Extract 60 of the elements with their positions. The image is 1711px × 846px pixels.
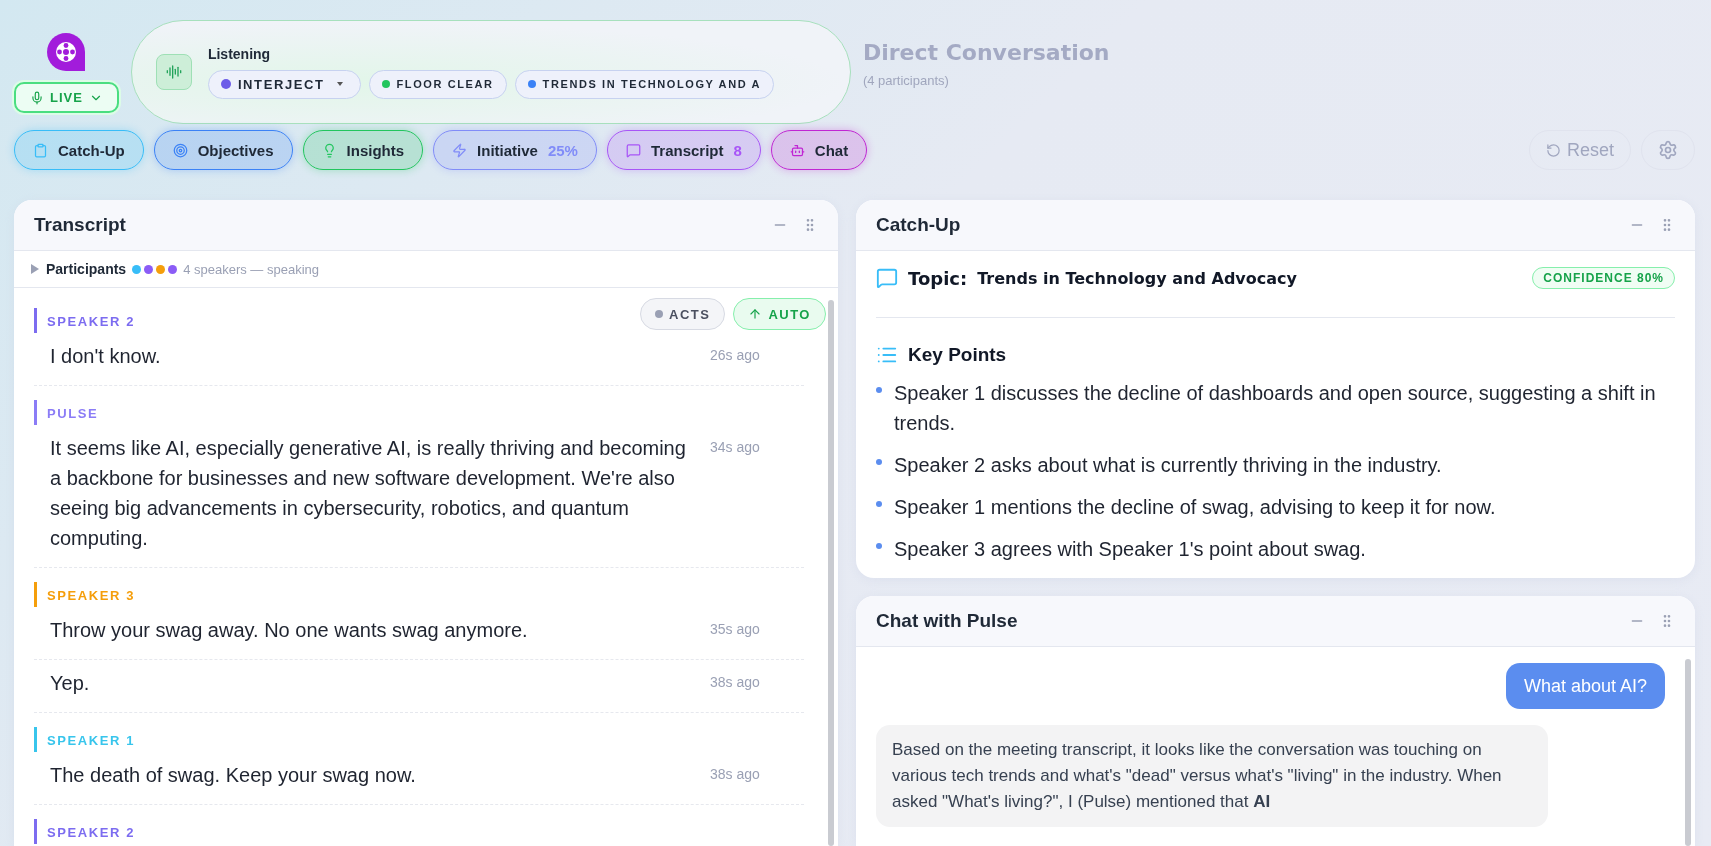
scrollbar[interactable] [828,300,834,846]
transcript-message: I don't know. [50,344,162,369]
audio-wave-icon [155,54,192,90]
panel-tab[interactable]: Initiative 25% [433,130,597,170]
panel-tab[interactable]: Objectives [153,130,293,170]
speaker-label: SPEAKER 2 [34,819,804,844]
transcript-tab-icon [625,142,641,158]
speech-bubble-icon [876,267,898,289]
user-message: What about AI? [1505,663,1665,709]
reset-icon [1545,142,1561,158]
acts-toggle[interactable]: ACTS [640,298,726,330]
initiative-tab-icon [452,142,468,158]
speaker-label: SPEAKER 3 [34,582,804,607]
key-point: Speaker 1 discusses the decline of dashboards and open source, suggesting a shift in trends. [894,381,1657,436]
key-points-title: Key Points [908,344,1007,366]
panel-tab[interactable]: Chat [770,130,868,170]
status-chip[interactable]: TRENDS IN TECHNOLOGY AND A [514,69,774,99]
transcript-message: The death of swag. Keep your swag now. [50,763,417,788]
message-time: 38s ago [710,765,760,784]
message-time: 38s ago [710,673,760,692]
panel-tab[interactable]: Transcript 8 [606,130,761,170]
status-chip[interactable]: FLOOR CLEAR [368,69,507,99]
scrollbar[interactable] [1685,659,1691,846]
assistant-message: Based on the meeting transcript, it looks like the conversation was touching on various tech trends and what's "dead" versus what's "living" in the industry. When asked "What's living?", I (Pulse) mentioned that AI [876,725,1548,827]
panel-tab[interactable]: Insights [302,130,424,170]
message-time: 34s ago [710,438,760,457]
message-time: 35s ago [710,620,760,639]
participant-count: (4 participants) [862,73,950,88]
bullet-dot [876,543,882,549]
settings-icon [1658,140,1678,160]
objectives-tab-icon [172,142,188,158]
speaker-label: PULSE [34,400,804,425]
transcript-message: Yep. [50,671,91,696]
expand-arrow-icon[interactable] [30,264,40,274]
key-point: Speaker 3 agrees with Speaker 1's point about swag. [894,537,1366,562]
panel-tab[interactable]: Catch-Up [14,130,144,170]
confidence-badge: CONFIDENCE 80% [1532,267,1675,289]
topic-label: Topic: [908,267,968,289]
topic-text: Trends in Technology and Advocacy [977,268,1298,288]
mode-dropdown[interactable]: INTERJECT [207,69,361,99]
key-point: Speaker 1 mentions the decline of swag, advising to keep it for now. [894,495,1496,520]
bullet-dot [876,501,882,507]
message-time: 26s ago [710,346,760,365]
bullet-dot [876,387,882,393]
panel-title: Transcript [34,214,127,236]
conversation-title: Direct Conversation [862,40,1110,65]
participants-label: Participants [46,261,127,277]
panel-title: Catch-Up [876,214,962,236]
participants-summary: 4 speakers — speaking [183,261,319,277]
chat-tab-icon [789,142,805,158]
transcript-message: It seems like AI, especially generative AI, is really thriving and becoming a backbone for businesses and new software development. We're also seeing big advancements in cybersecurity, robotics, and quantum computing. [50,436,687,551]
bullet-dot [876,459,882,465]
key-point: Speaker 2 asks about what is currently thriving in the industry. [894,453,1442,478]
transcript-message: Throw your swag away. No one wants swag anymore. [50,618,529,643]
catchup-tab-icon [33,142,48,158]
speaker-label: SPEAKER 1 [34,727,804,752]
panel-title: Chat with Pulse [876,610,1019,632]
microphone-icon [30,90,44,105]
toggle-dot [655,310,663,318]
status-label: Listening [207,45,272,62]
